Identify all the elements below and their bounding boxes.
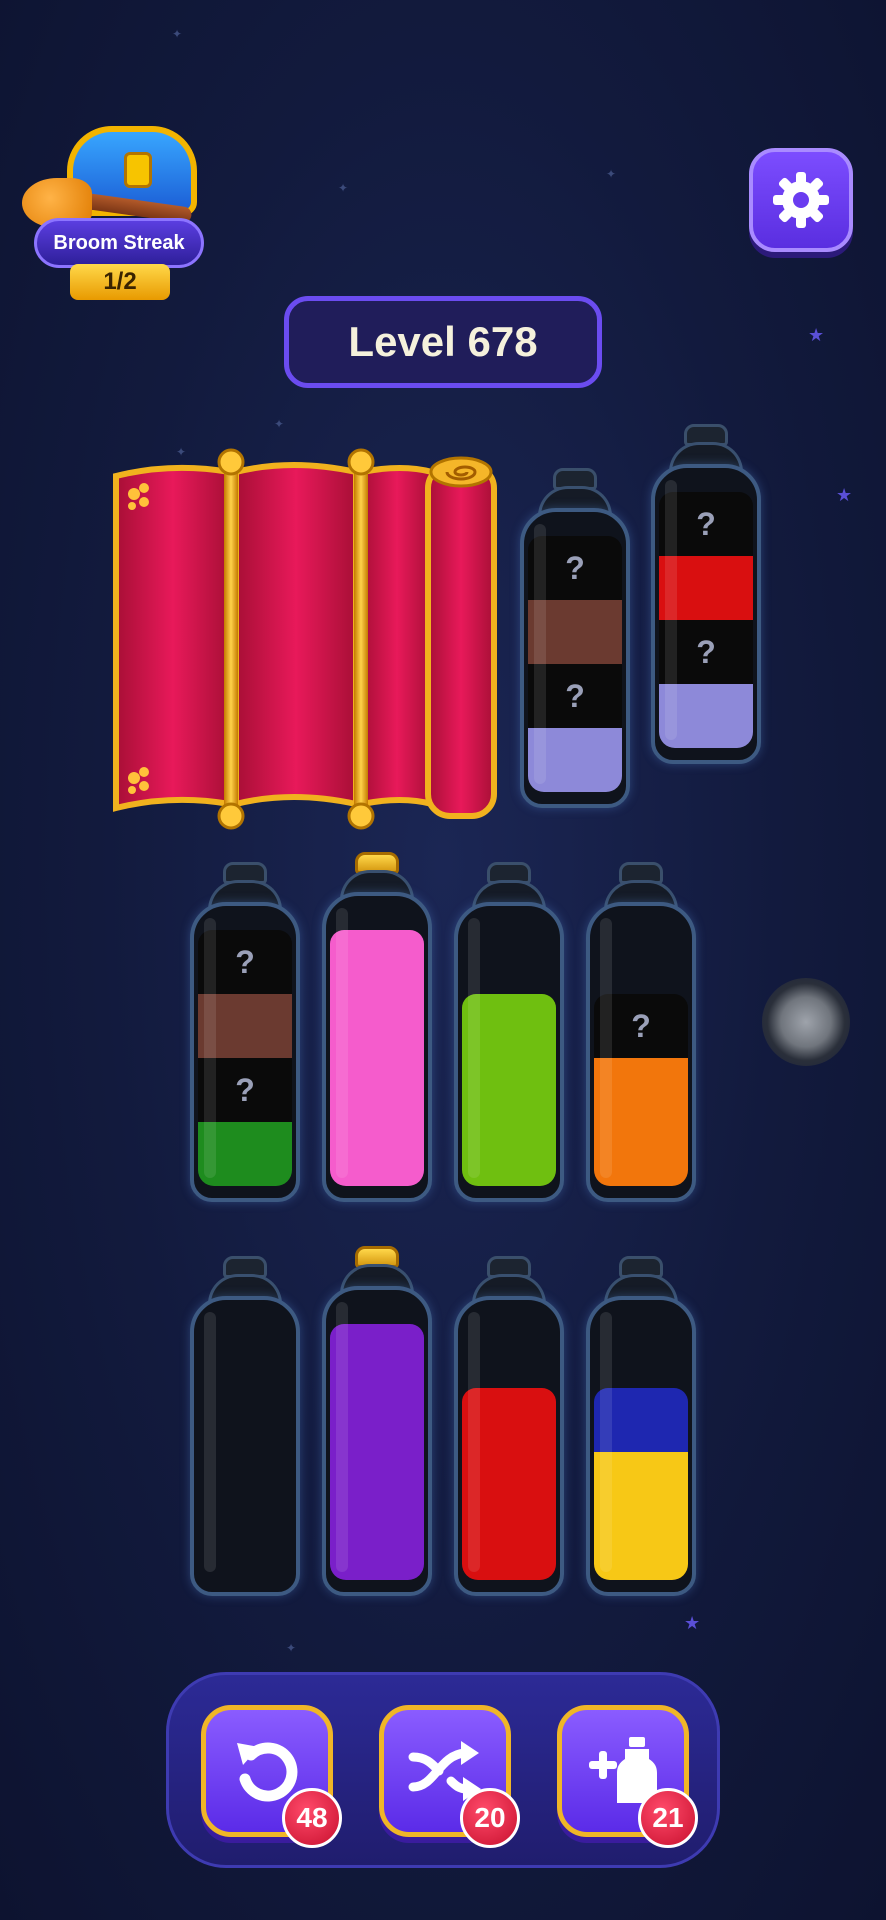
question-mark-icon: ? bbox=[631, 1007, 651, 1044]
bottle-glass bbox=[322, 892, 432, 1202]
star-icon: ✦ bbox=[172, 27, 183, 41]
bottle-glass: ? bbox=[586, 902, 696, 1202]
question-mark-icon: ? bbox=[696, 505, 716, 542]
curtain-locked-area[interactable] bbox=[112, 448, 500, 830]
star-icon: ✦ bbox=[286, 1641, 297, 1655]
question-mark-icon: ? bbox=[565, 549, 585, 586]
bottle-glass: ?? bbox=[651, 464, 761, 764]
floating-assist-button[interactable] bbox=[762, 978, 850, 1066]
star-icon: ★ bbox=[808, 325, 825, 345]
bottle[interactable]: ? bbox=[586, 862, 696, 1202]
star-icon: ★ bbox=[684, 1613, 701, 1633]
bottle-glass bbox=[322, 1286, 432, 1596]
star-icon: ✦ bbox=[338, 181, 349, 195]
glass-shine bbox=[204, 1312, 216, 1572]
bottle[interactable]: ?? bbox=[651, 424, 761, 764]
bottle-glass bbox=[454, 902, 564, 1202]
undo-count-badge: 48 bbox=[282, 1788, 342, 1848]
level-title: Level 678 bbox=[284, 296, 602, 388]
bottle[interactable] bbox=[454, 862, 564, 1202]
add-bottle-button[interactable]: 21 bbox=[557, 1705, 698, 1848]
bottle-glass: ?? bbox=[520, 508, 630, 808]
question-mark-icon: ? bbox=[565, 677, 585, 714]
glass-shine bbox=[468, 1312, 480, 1572]
bottle[interactable] bbox=[190, 1256, 300, 1596]
bottle-glass bbox=[190, 1296, 300, 1596]
glass-shine bbox=[468, 918, 480, 1178]
bottle[interactable] bbox=[322, 1246, 432, 1596]
streak-progress: 1/2 bbox=[70, 264, 170, 300]
glass-shine bbox=[336, 1302, 348, 1572]
star-icon: ✦ bbox=[274, 417, 285, 431]
star-icon: ★ bbox=[836, 485, 853, 505]
glass-shine bbox=[600, 918, 612, 1178]
shuffle-button[interactable]: 20 bbox=[379, 1705, 520, 1848]
question-mark-icon: ? bbox=[235, 1071, 255, 1108]
bottle[interactable] bbox=[454, 1256, 564, 1596]
settings-button[interactable] bbox=[749, 148, 853, 252]
glass-shine bbox=[204, 918, 216, 1178]
glass-shine bbox=[336, 908, 348, 1178]
bottle[interactable]: ?? bbox=[520, 468, 630, 808]
bottle[interactable] bbox=[322, 852, 432, 1202]
shuffle-count-badge: 20 bbox=[460, 1788, 520, 1848]
star-icon: ✦ bbox=[606, 167, 617, 181]
question-mark-icon: ? bbox=[696, 633, 716, 670]
powerup-toolbar: 48 20 21 bbox=[166, 1672, 720, 1868]
bottle[interactable]: ?? bbox=[190, 862, 300, 1202]
streak-label: Broom Streak bbox=[34, 218, 204, 268]
bottle-glass bbox=[454, 1296, 564, 1596]
question-mark-icon: ? bbox=[235, 943, 255, 980]
glass-shine bbox=[600, 1312, 612, 1572]
broom-streak-badge[interactable]: Broom Streak 1/2 bbox=[12, 118, 212, 303]
bottle-glass bbox=[586, 1296, 696, 1596]
glass-shine bbox=[534, 524, 546, 784]
glass-shine bbox=[665, 480, 677, 740]
bottle-glass: ?? bbox=[190, 902, 300, 1202]
undo-button[interactable]: 48 bbox=[201, 1705, 342, 1848]
gear-icon bbox=[773, 172, 829, 228]
lock-icon bbox=[124, 152, 152, 188]
bottle[interactable] bbox=[586, 1256, 696, 1596]
add-bottle-count-badge: 21 bbox=[638, 1788, 698, 1848]
